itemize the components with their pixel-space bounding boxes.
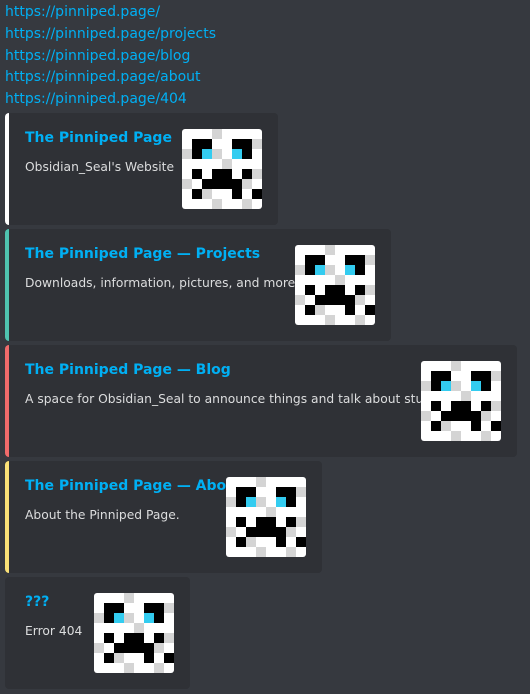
embed-description: Error 404 xyxy=(25,624,83,638)
embed-title[interactable]: The Pinniped Page xyxy=(25,130,172,146)
embed-title[interactable]: The Pinniped Page — About xyxy=(25,478,243,494)
embed-about: The Pinniped Page — About About the Pinn… xyxy=(5,461,322,573)
pixel-seal-icon[interactable] xyxy=(421,361,501,441)
link-about[interactable]: https://pinniped.page/about xyxy=(5,67,216,89)
embed-blog: The Pinniped Page — Blog A space for Obs… xyxy=(5,345,517,457)
pixel-seal-icon[interactable] xyxy=(295,245,375,325)
pixel-seal-icon[interactable] xyxy=(182,129,262,209)
link-projects[interactable]: https://pinniped.page/projects xyxy=(5,24,216,46)
pixel-seal-icon[interactable] xyxy=(94,593,174,673)
message-links: https://pinniped.page/ https://pinniped.… xyxy=(5,2,216,111)
embed-description: Downloads, information, pictures, and mo… xyxy=(25,276,301,290)
embed-description: Obsidian_Seal's Website xyxy=(25,160,175,174)
embed-home: The Pinniped Page Obsidian_Seal's Websit… xyxy=(5,113,278,225)
link-blog[interactable]: https://pinniped.page/blog xyxy=(5,46,216,68)
link-home[interactable]: https://pinniped.page/ xyxy=(5,2,216,24)
embed-title[interactable]: The Pinniped Page — Blog xyxy=(25,362,231,378)
link-404[interactable]: https://pinniped.page/404 xyxy=(5,89,216,111)
embed-title[interactable]: ??? xyxy=(25,594,49,610)
embed-description: About the Pinniped Page. xyxy=(25,508,180,522)
embed-404: ??? Error 404 xyxy=(5,577,190,689)
pixel-seal-icon[interactable] xyxy=(226,477,306,557)
embed-projects: The Pinniped Page — Projects Downloads, … xyxy=(5,229,391,341)
embed-title[interactable]: The Pinniped Page — Projects xyxy=(25,246,260,262)
embed-description: A space for Obsidian_Seal to announce th… xyxy=(25,392,436,406)
